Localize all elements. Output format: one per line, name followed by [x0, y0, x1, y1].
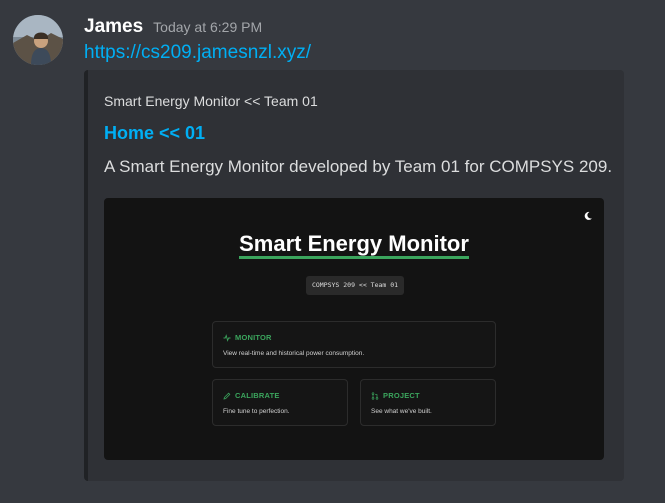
embed-preview-image[interactable]: Smart Energy Monitor COMPSYS 209 << Team… [104, 198, 604, 460]
monitor-card-title: MONITOR [235, 333, 272, 342]
moon-icon [583, 211, 593, 221]
message-header: James Today at 6:29 PM [84, 16, 262, 38]
monitor-card: MONITOR View real-time and historical po… [212, 321, 496, 368]
embed-description: A Smart Energy Monitor developed by Team… [104, 157, 613, 176]
project-card-title: PROJECT [383, 391, 420, 400]
message-link[interactable]: https://cs209.jamesnzl.xyz/ [84, 42, 311, 64]
username[interactable]: James [84, 16, 143, 38]
calibrate-card-text: Fine tune to perfection. [223, 408, 290, 415]
pulse-icon [223, 333, 231, 342]
link-embed: Smart Energy Monitor << Team 01 Home << … [84, 70, 624, 481]
pencil-icon [223, 392, 231, 400]
project-card: PROJECT See what we've built. [360, 379, 496, 426]
monitor-card-text: View real-time and historical power cons… [223, 350, 365, 357]
chat-message: James Today at 6:29 PM https://cs209.jam… [0, 0, 665, 503]
preview-code-badge: COMPSYS 209 << Team 01 [306, 276, 404, 295]
calibrate-card: CALIBRATE Fine tune to perfection. [212, 379, 348, 426]
monitor-card-header: MONITOR [223, 333, 272, 342]
calibrate-card-title: CALIBRATE [235, 391, 280, 400]
project-card-text: See what we've built. [371, 408, 432, 415]
embed-provider: Smart Energy Monitor << Team 01 [104, 93, 318, 109]
embed-title-link[interactable]: Home << 01 [104, 123, 205, 144]
user-avatar[interactable] [13, 15, 63, 65]
calibrate-card-header: CALIBRATE [223, 391, 280, 400]
preview-site-title: Smart Energy Monitor [104, 231, 604, 259]
message-timestamp: Today at 6:29 PM [153, 19, 263, 35]
avatar-photo-icon [13, 15, 63, 65]
project-card-header: PROJECT [371, 391, 420, 400]
git-pull-request-icon [371, 391, 379, 400]
